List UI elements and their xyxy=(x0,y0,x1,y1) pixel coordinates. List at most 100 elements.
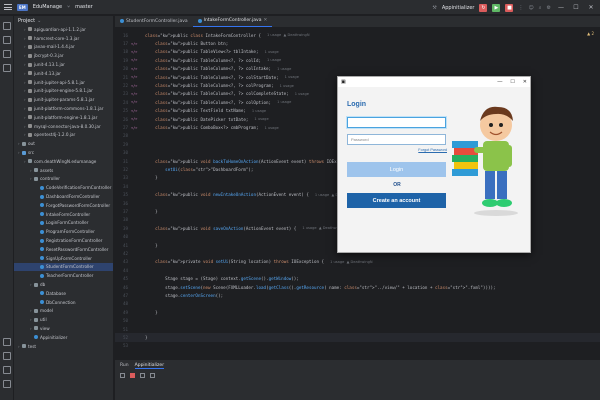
maximize-icon[interactable]: ☐ xyxy=(571,4,581,11)
run-config-select[interactable]: Appinitializer xyxy=(442,5,475,11)
branch-name[interactable]: master xyxy=(75,4,93,10)
camera-icon[interactable] xyxy=(140,373,145,378)
more-icon[interactable] xyxy=(150,373,155,378)
usage-hint[interactable]: 1 usage xyxy=(277,67,291,71)
tree-item[interactable]: DbConnection xyxy=(14,298,113,307)
project-panel-header[interactable]: Project ⌄ xyxy=(14,16,113,25)
tree-item[interactable]: › assets xyxy=(14,166,113,175)
warning-indicator[interactable]: ▲ 2 xyxy=(587,31,594,36)
terminal-tool-icon[interactable] xyxy=(3,352,11,360)
usage-hint[interactable]: 1 usage xyxy=(252,109,266,113)
login-button[interactable]: Login xyxy=(347,162,446,177)
tree-item[interactable]: › controller xyxy=(14,175,113,184)
tab-intake-form-controller[interactable]: IntakeFormController.java ✕ xyxy=(192,15,273,27)
gutter-marker[interactable]: </> xyxy=(131,67,145,71)
tree-item[interactable]: › junit-4.13.1.jar xyxy=(14,60,113,69)
code-line[interactable]: 20 </> class="kw">public TableColumn<?, ?… xyxy=(115,65,600,73)
tree-item[interactable]: › jbcrypt-0.3.jar xyxy=(14,51,113,60)
tree-item[interactable]: › model xyxy=(14,307,113,316)
gutter-marker[interactable]: </> xyxy=(131,100,145,104)
code-line[interactable]: 45 Stage stage = (Stage) context.getScen… xyxy=(115,275,600,283)
code-line[interactable]: 18 </> class="kw">public TableView<?> tbl… xyxy=(115,48,600,56)
code-line[interactable]: 48 xyxy=(115,300,600,308)
project-tool-icon[interactable] xyxy=(3,22,11,30)
tree-item[interactable]: SignUpFormController xyxy=(14,254,113,263)
username-field[interactable] xyxy=(347,117,446,128)
code-line[interactable]: 49 } xyxy=(115,308,600,316)
project-badge[interactable]: EM xyxy=(17,3,28,11)
tree-item[interactable]: ResetPasswordFormController xyxy=(14,245,113,254)
run-icon[interactable]: ▶ xyxy=(492,3,501,12)
close-icon[interactable]: ✕ xyxy=(586,4,596,11)
tree-item[interactable]: › javax-mail-1.4.4.jar xyxy=(14,43,113,52)
login-window-titlebar[interactable]: ▣ — ☐ ✕ xyxy=(338,77,530,87)
tree-item[interactable]: › junit-platform-engine-1.8.1.jar xyxy=(14,113,113,122)
create-account-button[interactable]: Create an account xyxy=(347,193,446,208)
tree-item[interactable]: › junit-platform-commons-1.8.1.jar xyxy=(14,104,113,113)
usage-hint[interactable]: 1 usage ▲ DeathwingN xyxy=(330,260,373,264)
gutter-marker[interactable]: </> xyxy=(131,75,145,79)
code-line[interactable]: 52} xyxy=(115,333,600,342)
stop-icon[interactable] xyxy=(130,373,135,378)
code-line[interactable]: 44 xyxy=(115,266,600,274)
gutter-marker[interactable]: </> xyxy=(131,58,145,62)
tree-item[interactable]: DashboardFormController xyxy=(14,192,113,201)
tree-item[interactable]: Database xyxy=(14,289,113,298)
forgot-password-link[interactable]: Forgot Password xyxy=(347,148,447,152)
tree-item[interactable]: › opentest4j-1.2.0.jar xyxy=(14,131,113,140)
rerun-icon[interactable] xyxy=(120,373,125,378)
gutter-marker[interactable]: </> xyxy=(131,126,145,130)
tree-item[interactable]: › db xyxy=(14,280,113,289)
usage-hint[interactable]: 1 usage xyxy=(285,75,299,79)
build-icon[interactable]: ⚒ xyxy=(432,5,436,11)
git-tool-icon[interactable] xyxy=(3,380,11,388)
code-line[interactable]: 46 stage.setScene(new Scene(FXMLLoader.l… xyxy=(115,283,600,291)
usage-hint[interactable]: 1 usage xyxy=(280,84,294,88)
tab-run-appinitializer[interactable]: Appinitializer xyxy=(134,363,165,369)
code-line[interactable]: 16 class="kw">public class IntakeFormCont… xyxy=(115,31,600,39)
account-icon[interactable]: ☺ xyxy=(528,5,533,11)
code-line[interactable]: 43 class="kw">private void setUi(String … xyxy=(115,258,600,266)
problems-tool-icon[interactable] xyxy=(3,366,11,374)
close-icon[interactable]: ✕ xyxy=(523,79,527,85)
run-tool-icon[interactable] xyxy=(3,338,11,346)
gutter-marker[interactable]: </> xyxy=(131,109,145,113)
tree-item[interactable]: › src xyxy=(14,148,113,157)
search-icon[interactable]: ⌕ xyxy=(539,5,542,11)
settings-icon[interactable]: ⚙ xyxy=(547,5,551,11)
usage-hint[interactable]: 1 usage xyxy=(264,50,278,54)
code-line[interactable]: 50 xyxy=(115,317,600,325)
tree-item[interactable]: IntakeFormController xyxy=(14,210,113,219)
code-line[interactable]: 17 </> class="kw">public Button btn; xyxy=(115,39,600,47)
tree-item[interactable]: › view xyxy=(14,324,113,333)
structure-tool-icon[interactable] xyxy=(3,50,11,58)
usage-hint[interactable]: 1 usage xyxy=(267,58,281,62)
tree-item[interactable]: TeacherFormController xyxy=(14,271,113,280)
tree-item[interactable]: › com.deathWingN.edumanage xyxy=(14,157,113,166)
code-line[interactable]: 19 </> class="kw">public TableColumn<?, ?… xyxy=(115,56,600,64)
code-line[interactable]: 53 xyxy=(115,342,600,350)
usage-hint[interactable]: 1 usage xyxy=(264,126,278,130)
tree-item[interactable]: › apiguardian-api-1.1.2.jar xyxy=(14,25,113,34)
code-line[interactable]: 51 xyxy=(115,325,600,333)
tree-item[interactable]: StudentFormController xyxy=(14,262,113,272)
tree-item[interactable]: ForgotPasswordFormController xyxy=(14,201,113,210)
tree-item[interactable]: › hamcrest-core-1.3.jar xyxy=(14,34,113,43)
gutter-marker[interactable]: </> xyxy=(131,50,145,54)
more-icon[interactable]: ⋮ xyxy=(518,5,523,11)
tree-item[interactable]: LoginFormController xyxy=(14,219,113,228)
password-field[interactable]: Password xyxy=(347,134,446,145)
gutter-marker[interactable]: </> xyxy=(131,92,145,96)
minimize-icon[interactable]: — xyxy=(497,79,502,85)
tree-item[interactable]: › mysql-connector-java-8.0.30.jar xyxy=(14,122,113,131)
tree-item[interactable]: › junit-jupiter-engine-5.8.1.jar xyxy=(14,87,113,96)
gutter-marker[interactable]: </> xyxy=(131,84,145,88)
gutter-marker[interactable]: </> xyxy=(131,117,145,121)
minimize-icon[interactable]: — xyxy=(556,4,566,11)
tab-close-icon[interactable]: ✕ xyxy=(263,18,267,23)
maximize-icon[interactable]: ☐ xyxy=(510,79,514,85)
tree-item[interactable]: Appinitializer xyxy=(14,333,113,342)
usage-hint[interactable]: 1 usage xyxy=(277,100,291,104)
tree-item[interactable]: › junit-jupiter-api-5.8.1.jar xyxy=(14,78,113,87)
tree-item[interactable]: ProgramFormController xyxy=(14,227,113,236)
